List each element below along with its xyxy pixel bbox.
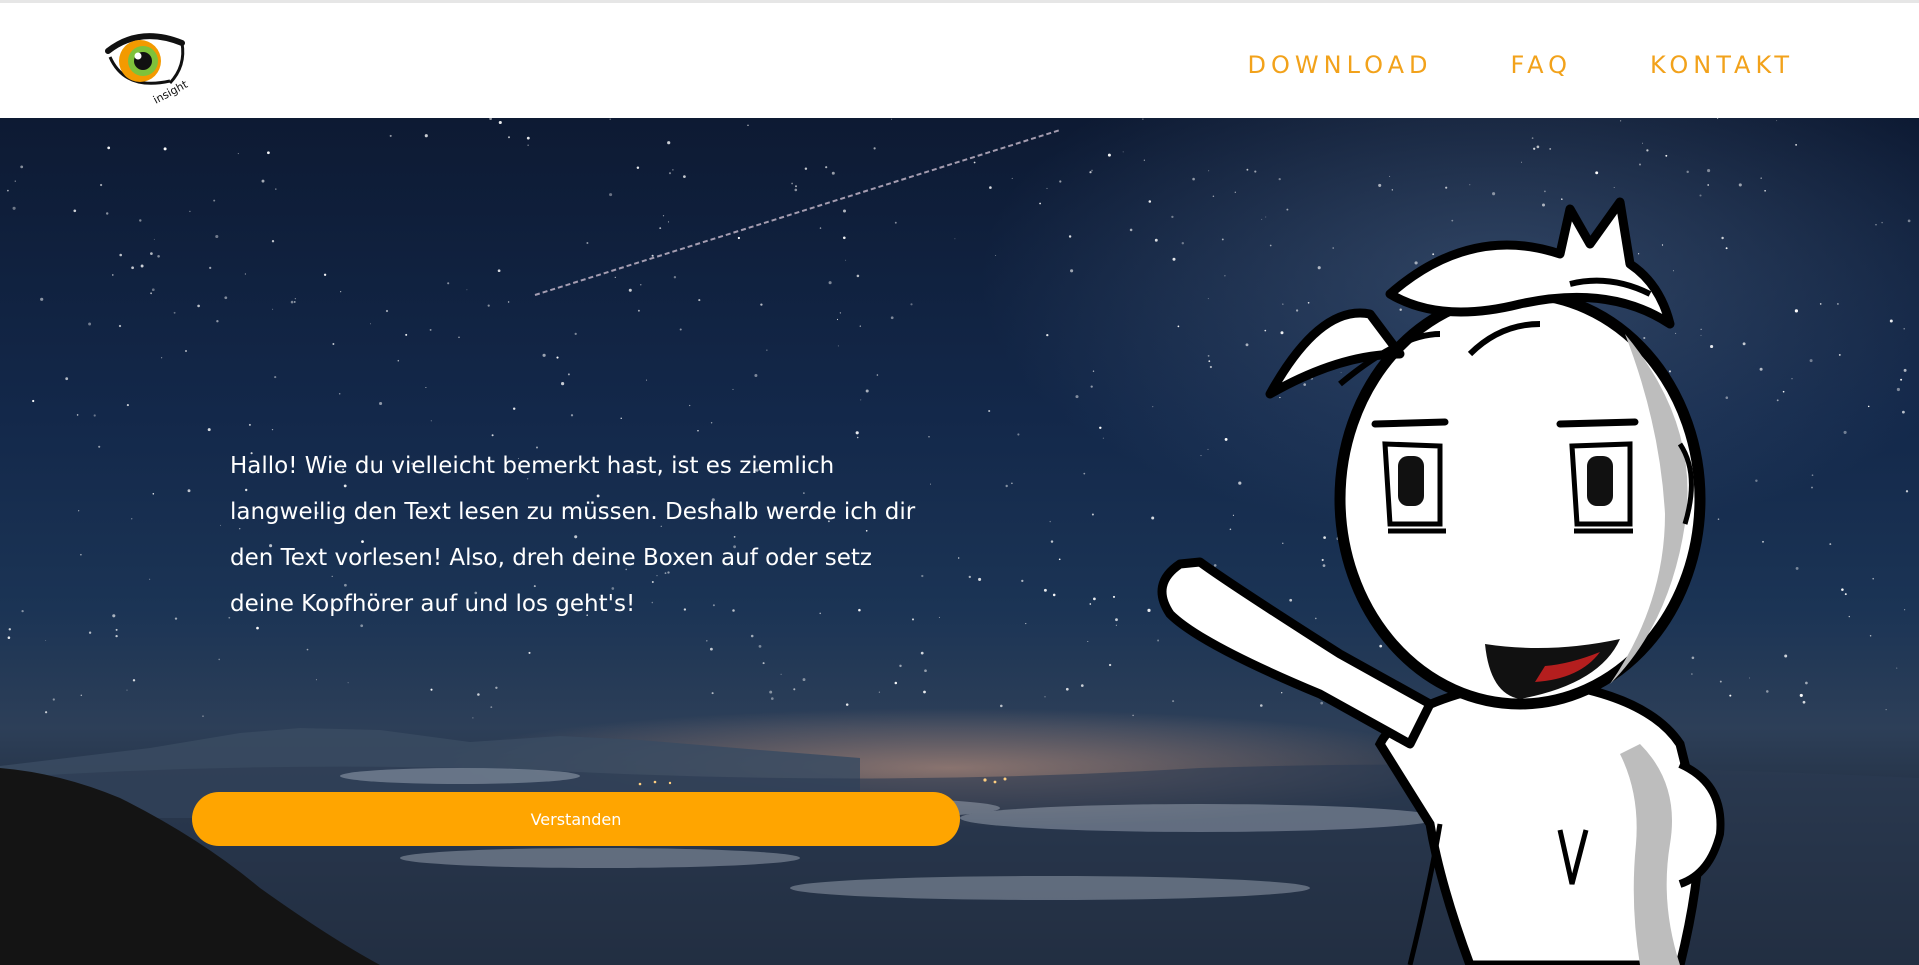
verstanden-button[interactable]: Verstanden xyxy=(192,792,960,846)
main-nav: DOWNLOAD FAQ KONTAKT xyxy=(1248,51,1794,79)
intro-text: Hallo! Wie du vielleicht bemerkt hast, i… xyxy=(230,453,916,617)
hero-section: Hallo! Wie du vielleicht bemerkt hast, i… xyxy=(0,118,1919,965)
eye-logo-icon: insight xyxy=(105,33,191,107)
logo[interactable]: insight xyxy=(100,21,200,107)
nav-download[interactable]: DOWNLOAD xyxy=(1248,51,1433,79)
nav-kontakt[interactable]: KONTAKT xyxy=(1650,51,1794,79)
nav-faq[interactable]: FAQ xyxy=(1510,51,1572,79)
site-header: insight DOWNLOAD FAQ KONTAKT xyxy=(0,3,1919,118)
mascot-character xyxy=(1157,197,1725,965)
